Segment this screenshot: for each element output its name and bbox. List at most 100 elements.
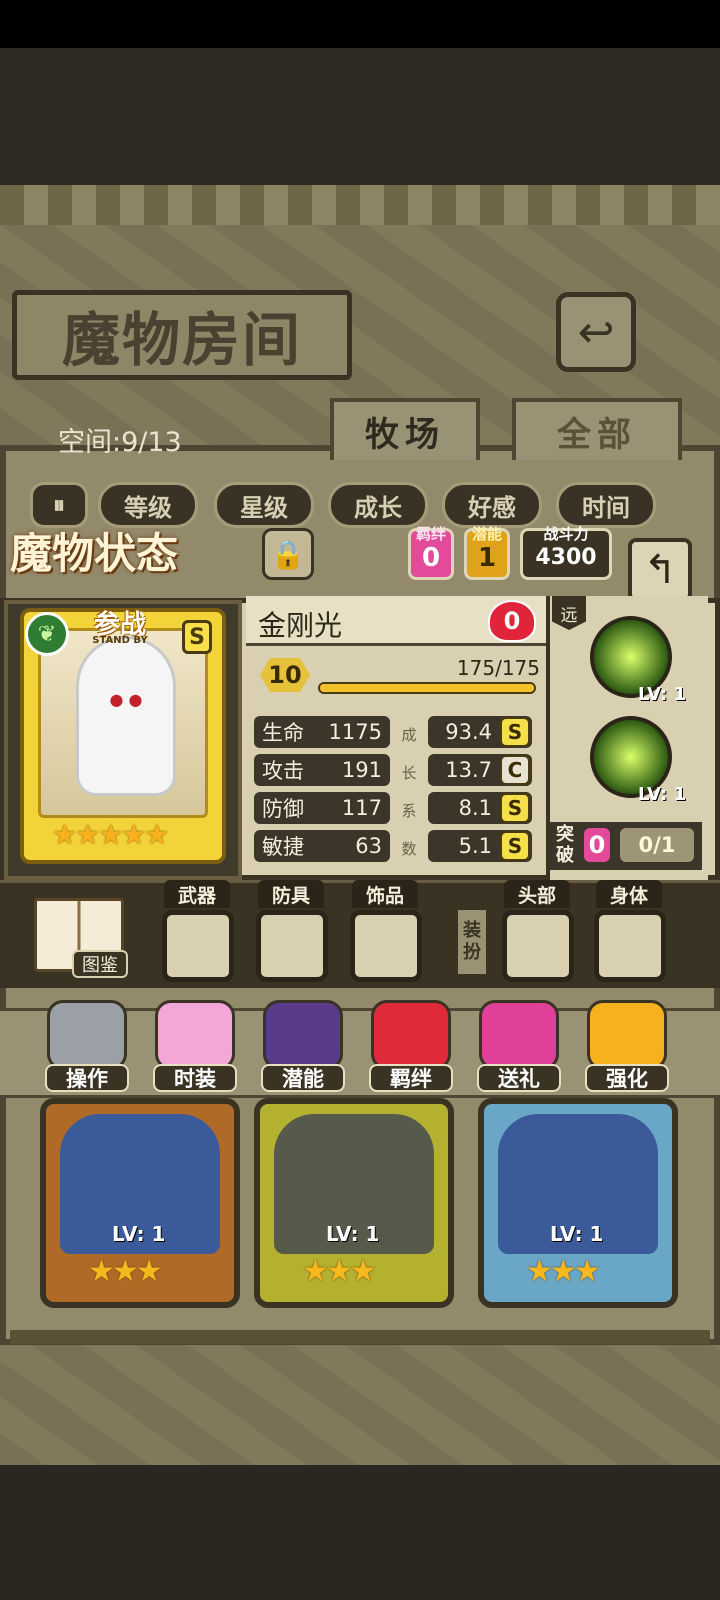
affection-heart-icon[interactable]: 0 (488, 600, 536, 642)
demon-icon (263, 1000, 343, 1070)
accessory-slot[interactable] (350, 910, 422, 982)
bottom-dark-strip (0, 1465, 720, 1600)
body-slot-label: 身体 (596, 880, 662, 908)
back-button[interactable]: ↩ (556, 292, 636, 372)
up-arrows-icon (587, 1000, 667, 1070)
stat-label: 攻击 (262, 759, 304, 783)
hearts-icon (371, 1000, 451, 1070)
skill-1-level: LV: 1 (638, 684, 687, 705)
stat-label: 敏捷 (262, 835, 304, 859)
roster-card-2[interactable]: LV: 1 ★★★ (254, 1098, 454, 1308)
exp-text: 175/175 (456, 656, 540, 680)
breakthrough-label: 突破 (556, 824, 574, 866)
roster-level: LV: 1 (550, 1222, 604, 1246)
stat-value: 63 (355, 834, 382, 858)
roster-level: LV: 1 (326, 1222, 380, 1246)
breakthrough-count: 0 (584, 828, 610, 862)
status-title: 魔物状态 (10, 529, 179, 578)
upgrade-label: 强化 (585, 1064, 669, 1092)
exp-bar-fill (320, 684, 534, 692)
armor-slot[interactable] (256, 910, 328, 982)
head-slot[interactable] (502, 910, 574, 982)
bond-label: 羁绊 (369, 1064, 453, 1092)
torn-edge-decoration (0, 185, 720, 225)
room-title: 魔物房间 (12, 290, 352, 380)
bond-chip: 羁绊 0 (408, 525, 454, 580)
breakthrough-bar[interactable]: 突破 0 0/1 (550, 822, 702, 870)
space-capacity: 空间:9/13 (58, 427, 182, 458)
sort-growth-button[interactable]: 成长 (328, 482, 428, 528)
weapon-slot[interactable] (162, 910, 234, 982)
stat-row-attack: 攻击 191 (254, 754, 390, 786)
tab-all[interactable]: 全部 (512, 398, 682, 460)
head-slot-label: 头部 (504, 880, 570, 908)
sort-star-button[interactable]: 星级 (214, 482, 314, 528)
panel-bottom-rail (10, 1330, 710, 1344)
growth-char: 成 (401, 726, 417, 744)
growth-char: 系 (401, 802, 417, 820)
accessory-slot-label: 饰品 (352, 880, 418, 908)
return-arrow-icon: ↰ (643, 547, 677, 593)
stat-value: 117 (341, 796, 382, 820)
power-chip: 战斗力 4300 (520, 525, 612, 580)
standby-badge: 参战 STAND BY (60, 604, 180, 646)
grade-badge: C (500, 755, 530, 785)
operate-button[interactable]: 操作 (42, 1000, 132, 1100)
roster-stars: ★★★ (526, 1254, 601, 1289)
fashion-button[interactable]: 时装 (150, 1000, 240, 1100)
sort-time-button[interactable]: 时间 (556, 482, 656, 528)
eyes-decoration: ● ● (109, 690, 143, 709)
clothes-icon (155, 1000, 235, 1070)
weapon-slot-label: 武器 (164, 880, 230, 908)
dress-char: 扮 (463, 942, 481, 963)
lock-button[interactable]: 🔒 (262, 528, 314, 580)
stat-value: 1175 (328, 720, 382, 744)
gift-label: 送礼 (477, 1064, 561, 1092)
bond-label: 羁绊 (415, 525, 446, 543)
dress-char: 装 (463, 920, 481, 941)
breakthrough-progress: 0/1 (620, 828, 694, 862)
power-label: 战斗力 (543, 525, 589, 543)
padlock-icon: 🔒 (270, 537, 306, 571)
potential-label: 潜能 (261, 1064, 345, 1092)
potential-chip: 潜能 1 (464, 525, 510, 580)
gift-button[interactable]: 送礼 (474, 1000, 564, 1100)
potential-value: 1 (477, 543, 497, 573)
stat-row-agility: 敏捷 63 (254, 830, 390, 862)
codex-label[interactable]: 图鉴 (72, 950, 128, 978)
exp-bar (318, 682, 536, 694)
pause-icon: ⏸ (53, 491, 65, 519)
roster-card-3[interactable]: LV: 1 ★★★ (478, 1098, 678, 1308)
status-back-button[interactable]: ↰ (628, 538, 692, 602)
top-dark-strip (0, 48, 720, 188)
return-arrow-icon: ↩ (577, 306, 615, 358)
potential-label: 潜能 (471, 525, 502, 543)
roster-level: LV: 1 (112, 1222, 166, 1246)
bond-value: 0 (421, 543, 441, 573)
monster-name: 金刚光 (258, 609, 343, 642)
stat-label: 防御 (262, 797, 304, 821)
growth-char: 数 (401, 840, 417, 858)
grade-badge: S (500, 717, 530, 747)
roster-card-1[interactable]: LV: 1 ★★★ (40, 1098, 240, 1308)
tab-ranch[interactable]: 牧场 (330, 398, 480, 460)
stat-label: 生命 (262, 721, 304, 745)
body-slot[interactable] (594, 910, 666, 982)
potential-button[interactable]: 潜能 (258, 1000, 348, 1100)
stat-row-hp: 生命 1175 (254, 716, 390, 748)
monster-portrait (76, 636, 176, 796)
roster-stars: ★★★ (88, 1254, 163, 1289)
growth-char: 长 (401, 764, 417, 782)
stat-value: 191 (341, 758, 382, 782)
grade-badge: S (500, 831, 530, 861)
sort-affection-button[interactable]: 好感 (442, 482, 542, 528)
fashion-label: 时装 (153, 1064, 237, 1092)
upgrade-button[interactable]: 强化 (582, 1000, 672, 1100)
dress-up-label: 装扮 (458, 910, 486, 974)
operate-label: 操作 (45, 1064, 129, 1092)
standby-en-text: STAND BY (92, 635, 148, 646)
leaf-element-icon: ❦ (25, 612, 69, 656)
level-badge: 10 (260, 658, 310, 692)
star-rating: ★★★★★ (52, 818, 170, 851)
bond-button[interactable]: 羁绊 (366, 1000, 456, 1100)
